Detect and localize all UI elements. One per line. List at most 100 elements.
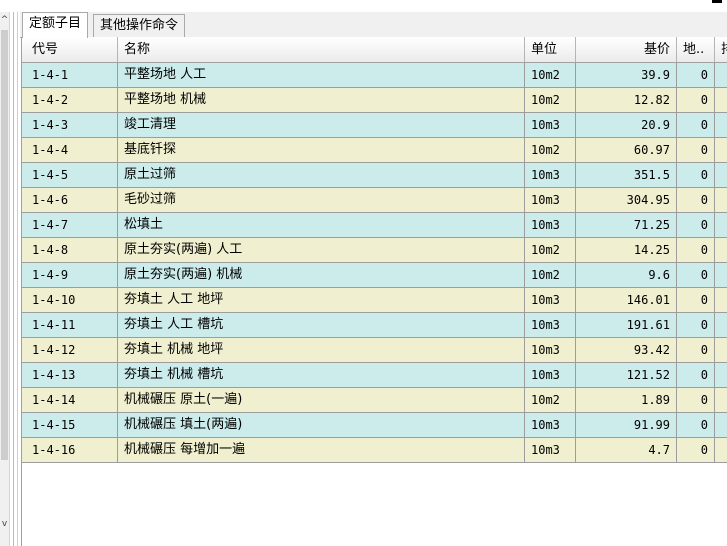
cell-land: 0 <box>677 113 715 138</box>
cell-unit: 10m3 <box>525 113 576 138</box>
cell-extra <box>715 338 727 363</box>
cell-unit: 10m3 <box>525 338 576 363</box>
header-land[interactable]: 地.. <box>677 37 715 62</box>
cell-land: 0 <box>677 138 715 163</box>
cell-code: 1-4-13 <box>22 363 118 388</box>
cell-price: 4.7 <box>576 438 677 463</box>
tab-other-commands[interactable]: 其他操作命令 <box>93 14 186 37</box>
header-code[interactable]: 代号 <box>22 37 118 62</box>
cell-price: 91.99 <box>576 413 677 438</box>
top-strip <box>0 0 727 12</box>
cell-extra <box>715 363 727 388</box>
cell-land: 0 <box>677 413 715 438</box>
table-row[interactable]: 1-4-12 夯填土 机械 地坪 10m3 93.42 0 <box>22 338 727 363</box>
cell-name: 原土过筛 <box>118 163 525 188</box>
table-row[interactable]: 1-4-5 原土过筛 10m3 351.5 0 <box>22 163 727 188</box>
tab-bar: 定额子目 其他操作命令 <box>20 12 727 38</box>
cell-price: 14.25 <box>576 238 677 263</box>
cell-price: 9.6 <box>576 263 677 288</box>
cell-land: 0 <box>677 313 715 338</box>
cell-name: 夯填土 人工 槽坑 <box>118 313 525 338</box>
table-row[interactable]: 1-4-4 基底钎探 10m2 60.97 0 <box>22 138 727 163</box>
cell-land: 0 <box>677 263 715 288</box>
cell-unit: 10m3 <box>525 438 576 463</box>
left-scrollbar[interactable]: ^ v <box>0 12 10 546</box>
table-row[interactable]: 1-4-11 夯填土 人工 槽坑 10m3 191.61 0 <box>22 313 727 338</box>
table-row[interactable]: 1-4-10 夯填土 人工 地坪 10m3 146.01 0 <box>22 288 727 313</box>
cell-land: 0 <box>677 88 715 113</box>
cell-land: 0 <box>677 188 715 213</box>
cell-code: 1-4-11 <box>22 313 118 338</box>
header-price[interactable]: 基价 <box>576 37 677 62</box>
cell-unit: 10m2 <box>525 88 576 113</box>
table-row[interactable]: 1-4-7 松填土 10m3 71.25 0 <box>22 213 727 238</box>
cell-name: 毛砂过筛 <box>118 188 525 213</box>
table-row[interactable]: 1-4-13 夯填土 机械 槽坑 10m3 121.52 0 <box>22 363 727 388</box>
cell-code: 1-4-10 <box>22 288 118 313</box>
cell-extra <box>715 63 727 88</box>
cell-extra <box>715 113 727 138</box>
cell-price: 191.61 <box>576 313 677 338</box>
cell-extra <box>715 213 727 238</box>
table-row[interactable]: 1-4-8 原土夯实(两遍) 人工 10m2 14.25 0 <box>22 238 727 263</box>
cell-extra <box>715 163 727 188</box>
scroll-down-arrow-icon[interactable]: v <box>0 518 9 530</box>
table-row[interactable]: 1-4-16 机械碾压 每增加一遍 10m3 4.7 0 <box>22 438 727 463</box>
header-unit[interactable]: 单位 <box>525 37 576 62</box>
cell-code: 1-4-2 <box>22 88 118 113</box>
cell-code: 1-4-5 <box>22 163 118 188</box>
header-name[interactable]: 名称 <box>118 37 525 62</box>
table-header: 代号 名称 单位 基价 地.. 排 <box>22 37 727 63</box>
table-row[interactable]: 1-4-6 毛砂过筛 10m3 304.95 0 <box>22 188 727 213</box>
panel-splitter[interactable] <box>13 12 14 546</box>
cell-land: 0 <box>677 213 715 238</box>
table-row[interactable]: 1-4-1 平整场地 人工 10m2 39.9 0 <box>22 63 727 88</box>
cell-code: 1-4-16 <box>22 438 118 463</box>
cell-name: 夯填土 人工 地坪 <box>118 288 525 313</box>
tab-quota-items[interactable]: 定额子目 <box>22 12 89 38</box>
cell-extra <box>715 88 727 113</box>
table-row[interactable]: 1-4-2 平整场地 机械 10m2 12.82 0 <box>22 88 727 113</box>
cell-name: 基底钎探 <box>118 138 525 163</box>
cell-land: 0 <box>677 238 715 263</box>
cell-price: 71.25 <box>576 213 677 238</box>
table-row[interactable]: 1-4-3 竣工清理 10m3 20.9 0 <box>22 113 727 138</box>
cell-code: 1-4-9 <box>22 263 118 288</box>
cell-code: 1-4-7 <box>22 213 118 238</box>
header-extra[interactable]: 排 <box>715 37 727 62</box>
cell-price: 12.82 <box>576 88 677 113</box>
cell-price: 304.95 <box>576 188 677 213</box>
cell-unit: 10m2 <box>525 388 576 413</box>
cell-unit: 10m3 <box>525 413 576 438</box>
cell-land: 0 <box>677 338 715 363</box>
cell-unit: 10m3 <box>525 363 576 388</box>
cell-name: 松填土 <box>118 213 525 238</box>
cell-unit: 10m3 <box>525 313 576 338</box>
cell-extra <box>715 413 727 438</box>
cell-name: 机械碾压 每增加一遍 <box>118 438 525 463</box>
cell-code: 1-4-4 <box>22 138 118 163</box>
cell-extra <box>715 388 727 413</box>
cell-price: 20.9 <box>576 113 677 138</box>
cell-land: 0 <box>677 438 715 463</box>
cell-unit: 10m3 <box>525 288 576 313</box>
cell-extra <box>715 313 727 338</box>
cell-code: 1-4-12 <box>22 338 118 363</box>
cell-price: 146.01 <box>576 288 677 313</box>
cell-land: 0 <box>677 363 715 388</box>
cell-code: 1-4-6 <box>22 188 118 213</box>
scroll-up-arrow-icon[interactable]: ^ <box>0 14 9 26</box>
cell-extra <box>715 138 727 163</box>
cell-price: 39.9 <box>576 63 677 88</box>
cell-unit: 10m3 <box>525 188 576 213</box>
panel-divider <box>17 12 18 546</box>
table-row[interactable]: 1-4-9 原土夯实(两遍) 机械 10m2 9.6 0 <box>22 263 727 288</box>
cell-extra <box>715 288 727 313</box>
cell-name: 夯填土 机械 槽坑 <box>118 363 525 388</box>
scroll-thumb[interactable] <box>1 30 8 460</box>
cell-name: 平整场地 机械 <box>118 88 525 113</box>
table-row[interactable]: 1-4-15 机械碾压 填土(两遍) 10m3 91.99 0 <box>22 413 727 438</box>
cell-unit: 10m3 <box>525 213 576 238</box>
table-row[interactable]: 1-4-14 机械碾压 原土(一遍) 10m2 1.89 0 <box>22 388 727 413</box>
cell-land: 0 <box>677 388 715 413</box>
